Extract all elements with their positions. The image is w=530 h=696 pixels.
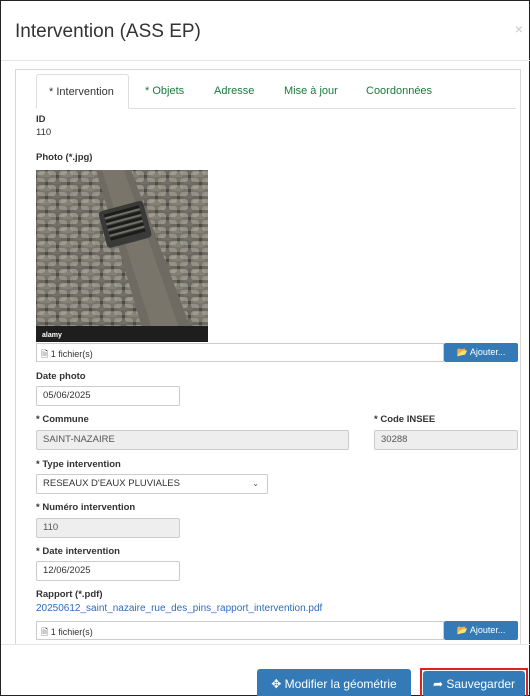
date-photo-input[interactable]: 05/06/2025 bbox=[36, 386, 180, 406]
save-button[interactable]: ➦ Sauvegarder bbox=[423, 671, 525, 696]
type-intervention-value: RESEAUX D'EAUX PLUVIALES bbox=[43, 478, 180, 489]
rapport-add-label: Ajouter... bbox=[469, 625, 506, 635]
tab-mise-a-jour[interactable]: Mise à jour bbox=[272, 74, 350, 109]
modal-title: Intervention (ASS EP) bbox=[15, 21, 201, 42]
file-icon: 🗎 bbox=[41, 627, 49, 637]
modify-geometry-label: Modifier la géométrie bbox=[284, 677, 397, 691]
commune-label: * Commune bbox=[36, 414, 89, 425]
modal-footer: ✥ Modifier la géométrie ➦ Sauvegarder bbox=[1, 644, 530, 696]
insee-input[interactable]: 30288 bbox=[374, 430, 518, 450]
close-icon[interactable]: × bbox=[515, 21, 523, 37]
chevron-down-icon: ⌄ bbox=[252, 479, 259, 488]
rapport-add-button[interactable]: 📂 Ajouter... bbox=[444, 621, 518, 640]
folder-open-icon: 📂 bbox=[456, 625, 468, 635]
date-intervention-label: * Date intervention bbox=[36, 546, 120, 557]
modify-geometry-button[interactable]: ✥ Modifier la géométrie bbox=[257, 669, 411, 696]
save-label: Sauvegarder bbox=[446, 677, 516, 691]
date-intervention-input[interactable]: 12/06/2025 bbox=[36, 561, 180, 581]
folder-open-icon: 📂 bbox=[456, 347, 468, 357]
modal-header: Intervention (ASS EP) × bbox=[1, 1, 530, 61]
rapport-file-link[interactable]: 20250612_saint_nazaire_rue_des_pins_rapp… bbox=[36, 603, 322, 614]
intervention-modal: Intervention (ASS EP) × * Intervention *… bbox=[0, 0, 530, 696]
tab-coordonnees[interactable]: Coordonnées bbox=[354, 74, 444, 109]
file-icon: 🗎 bbox=[41, 349, 49, 359]
photo-add-label: Ajouter... bbox=[469, 347, 506, 357]
insee-label: * Code INSEE bbox=[374, 414, 436, 425]
photo-file-count: 🗎 1 fichier(s) bbox=[41, 347, 93, 363]
rapport-label: Rapport (*.pdf) bbox=[36, 589, 103, 600]
photo-watermark: alamy bbox=[42, 332, 62, 339]
edit-geometry-icon: ✥ bbox=[271, 677, 282, 691]
photo-label: Photo (*.jpg) bbox=[36, 152, 93, 163]
rapport-file-count: 🗎 1 fichier(s) bbox=[41, 625, 93, 641]
id-label: ID bbox=[36, 114, 46, 125]
commune-input[interactable]: SAINT-NAZAIRE bbox=[36, 430, 349, 450]
type-intervention-label: * Type intervention bbox=[36, 459, 121, 470]
photo-thumbnail[interactable]: alamy bbox=[36, 170, 208, 342]
tab-objets[interactable]: * Objets bbox=[133, 74, 196, 109]
id-value: 110 bbox=[36, 127, 52, 138]
type-intervention-select[interactable]: RESEAUX D'EAUX PLUVIALES ⌄ bbox=[36, 474, 268, 494]
numero-intervention-label: * Numéro intervention bbox=[36, 502, 136, 513]
rapport-file-count-text: 1 fichier(s) bbox=[50, 627, 93, 637]
form-body: * Intervention * Objets Adresse Mise à j… bbox=[15, 69, 521, 644]
photo-file-count-text: 1 fichier(s) bbox=[50, 349, 93, 359]
tab-bar: * Intervention * Objets Adresse Mise à j… bbox=[36, 74, 516, 109]
share-arrow-icon: ➦ bbox=[432, 677, 443, 691]
numero-intervention-input[interactable]: 110 bbox=[36, 518, 180, 538]
photo-file-bar: 🗎 1 fichier(s) bbox=[36, 343, 444, 362]
date-photo-label: Date photo bbox=[36, 371, 86, 382]
tab-intervention[interactable]: * Intervention bbox=[36, 74, 129, 109]
drain-photo-image: alamy bbox=[36, 170, 208, 342]
rapport-file-bar: 🗎 1 fichier(s) bbox=[36, 621, 444, 640]
tab-adresse[interactable]: Adresse bbox=[202, 74, 266, 109]
photo-add-button[interactable]: 📂 Ajouter... bbox=[444, 343, 518, 362]
